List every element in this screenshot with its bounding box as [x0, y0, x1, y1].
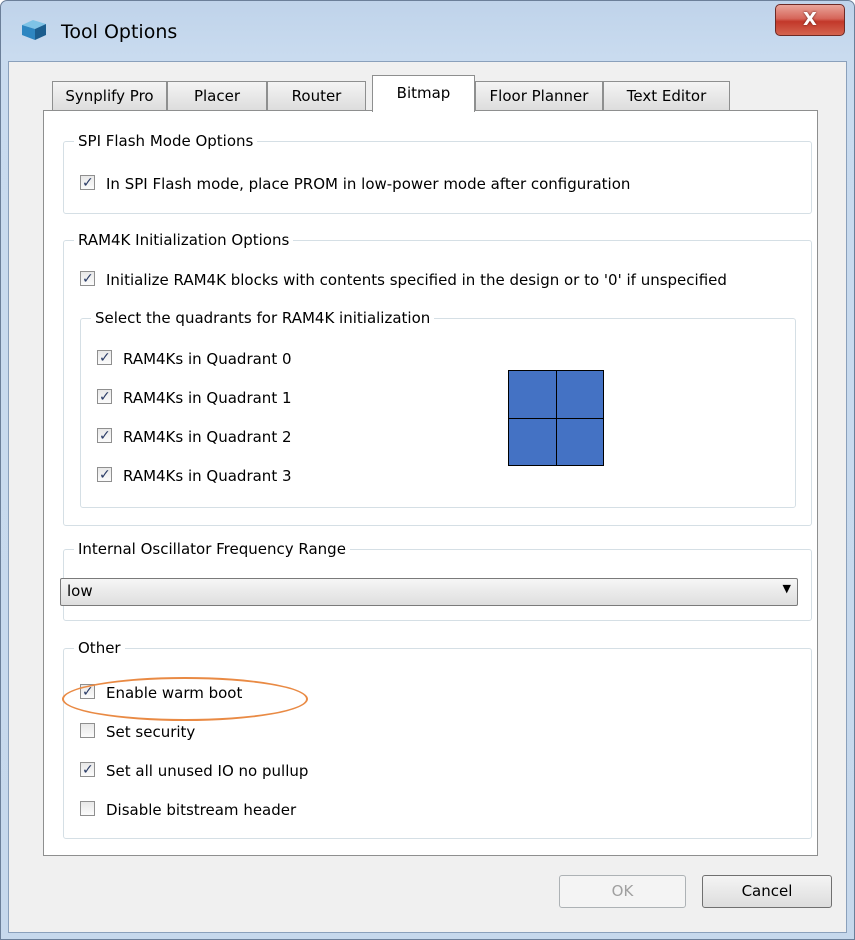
select-value: low: [67, 582, 93, 600]
checkbox-label: RAM4Ks in Quadrant 3: [123, 467, 292, 485]
quadrant-2-block: [509, 418, 556, 465]
checkbox-box[interactable]: [80, 269, 95, 289]
checkbox-box[interactable]: [97, 348, 112, 368]
app-cube-icon: [22, 20, 46, 40]
ok-button[interactable]: OK: [559, 875, 686, 908]
checkbox-label: RAM4Ks in Quadrant 2: [123, 428, 292, 446]
title-bar[interactable]: Tool Options X: [1, 1, 854, 61]
checkbox-box[interactable]: [80, 760, 95, 780]
tab-bitmap[interactable]: Bitmap: [372, 75, 475, 112]
cancel-button[interactable]: Cancel: [702, 875, 832, 908]
spi-flash-legend: SPI Flash Mode Options: [74, 131, 258, 151]
tab-floor-planner[interactable]: Floor Planner: [475, 81, 603, 111]
quadrants-legend: Select the quadrants for RAM4K initializ…: [91, 308, 435, 328]
checkbox-label: Initialize RAM4K blocks with contents sp…: [106, 271, 727, 289]
tab-router[interactable]: Router: [267, 81, 366, 111]
quadrant-1-block: [556, 371, 603, 418]
highlight-annotation-ellipse: [62, 677, 308, 721]
checkbox-box[interactable]: [80, 801, 95, 816]
checkbox-box[interactable]: [97, 387, 112, 407]
quadrant-3-block: [556, 418, 603, 465]
oscillator-frequency-select[interactable]: low ▼: [60, 578, 798, 606]
checkbox-label: In SPI Flash mode, place PROM in low-pow…: [106, 175, 631, 193]
tab-placer[interactable]: Placer: [167, 81, 267, 111]
window-title: Tool Options: [61, 21, 178, 43]
checkbox-label: Set security: [106, 723, 196, 741]
bitmap-panel: SPI Flash Mode Options In SPI Flash mode…: [43, 110, 818, 856]
checkbox-label: Set all unused IO no pullup: [106, 762, 309, 780]
checkbox-label: RAM4Ks in Quadrant 0: [123, 350, 292, 368]
tab-text-editor[interactable]: Text Editor: [603, 81, 730, 111]
checkbox-label: RAM4Ks in Quadrant 1: [123, 389, 292, 407]
tab-synplify-pro[interactable]: Synplify Pro: [52, 81, 167, 111]
close-button[interactable]: X: [775, 4, 845, 36]
quadrant-diagram: [508, 370, 604, 466]
checkbox-box[interactable]: [97, 426, 112, 446]
dropdown-arrow-icon[interactable]: ▼: [783, 582, 791, 595]
checkbox-box[interactable]: [97, 465, 112, 485]
checkbox-label: Disable bitstream header: [106, 801, 297, 819]
oscillator-legend: Internal Oscillator Frequency Range: [74, 539, 350, 559]
other-legend: Other: [74, 638, 125, 658]
checkbox-box[interactable]: [80, 723, 95, 738]
checkbox-box[interactable]: [80, 173, 95, 193]
ram4k-legend: RAM4K Initialization Options: [74, 230, 294, 250]
quadrant-0-block: [509, 371, 556, 418]
